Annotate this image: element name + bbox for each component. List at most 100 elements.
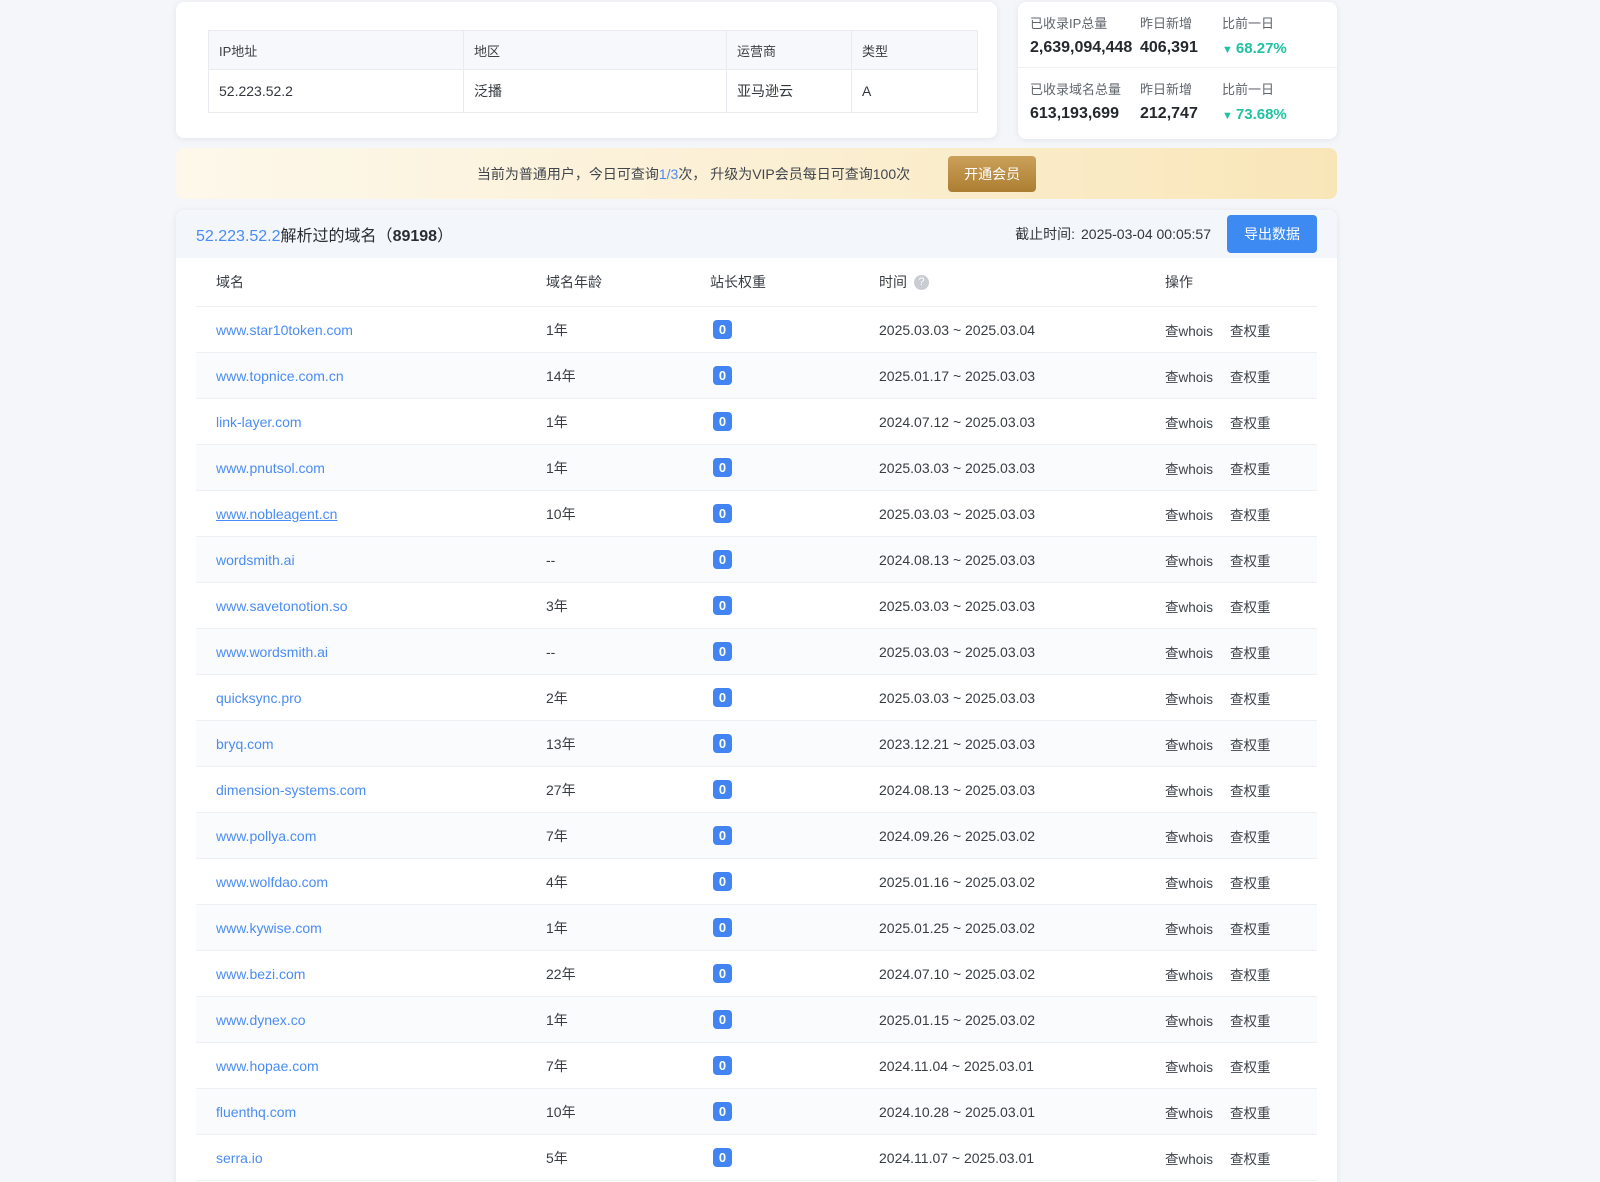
domain-link[interactable]: www.pollya.com [216, 828, 316, 844]
domain-link[interactable]: www.wordsmith.ai [216, 644, 328, 660]
check-whois-link[interactable]: 查whois [1165, 596, 1213, 616]
stats-row-ip: 已收录IP总量 2,639,094,448 昨日新增 406,391 比前一日 … [1018, 2, 1337, 68]
check-weight-link[interactable]: 查权重 [1230, 1102, 1271, 1122]
check-weight-link[interactable]: 查权重 [1230, 642, 1271, 662]
weight-badge[interactable]: 0 [713, 964, 732, 983]
ip-info-table-header: IP地址 地区 运营商 类型 [209, 31, 977, 70]
check-whois-link[interactable]: 查whois [1165, 734, 1213, 754]
check-whois-link[interactable]: 查whois [1165, 1056, 1213, 1076]
check-whois-link[interactable]: 查whois [1165, 780, 1213, 800]
table-row: www.savetonotion.so 3年 0 2025.03.03 ~ 20… [196, 583, 1317, 629]
domain-link[interactable]: www.pnutsol.com [216, 460, 325, 476]
check-weight-link[interactable]: 查权重 [1230, 504, 1271, 524]
weight-badge[interactable]: 0 [713, 504, 732, 523]
check-weight-link[interactable]: 查权重 [1230, 320, 1271, 340]
ip-type-value: A [852, 70, 979, 112]
check-whois-link[interactable]: 查whois [1165, 1102, 1213, 1122]
weight-badge[interactable]: 0 [713, 550, 732, 569]
domain-link[interactable]: bryq.com [216, 736, 274, 752]
domain-link[interactable]: www.topnice.com.cn [216, 368, 344, 384]
table-row: www.dynex.co 1年 0 2025.01.15 ~ 2025.03.0… [196, 997, 1317, 1043]
weight-badge[interactable]: 0 [713, 1148, 732, 1167]
check-whois-link[interactable]: 查whois [1165, 458, 1213, 478]
vip-banner-text: 当前为普通用户，今日可查询1/3次， 升级为VIP会员每日可查询100次 [477, 164, 910, 184]
check-whois-link[interactable]: 查whois [1165, 642, 1213, 662]
check-weight-link[interactable]: 查权重 [1230, 366, 1271, 386]
check-weight-link[interactable]: 查权重 [1230, 780, 1271, 800]
page: { "ip_card": { "columns": ["IP地址", "地区",… [0, 0, 1600, 1182]
check-whois-link[interactable]: 查whois [1165, 826, 1213, 846]
weight-badge[interactable]: 0 [713, 1102, 732, 1121]
check-whois-link[interactable]: 查whois [1165, 550, 1213, 570]
check-weight-link[interactable]: 查权重 [1230, 550, 1271, 570]
weight-badge[interactable]: 0 [713, 688, 732, 707]
domain-link[interactable]: www.dynex.co [216, 1012, 305, 1028]
check-whois-link[interactable]: 查whois [1165, 366, 1213, 386]
check-whois-link[interactable]: 查whois [1165, 1148, 1213, 1168]
weight-badge[interactable]: 0 [713, 458, 732, 477]
table-row: www.nobleagent.cn 10年 0 2025.03.03 ~ 202… [196, 491, 1317, 537]
weight-badge[interactable]: 0 [713, 1010, 732, 1029]
title-ip-link[interactable]: 52.223.52.2 [196, 228, 281, 245]
check-whois-link[interactable]: 查whois [1165, 688, 1213, 708]
check-weight-link[interactable]: 查权重 [1230, 458, 1271, 478]
weight-badge[interactable]: 0 [713, 366, 732, 385]
weight-badge[interactable]: 0 [713, 918, 732, 937]
table-row: www.bezi.com 22年 0 2024.07.10 ~ 2025.03.… [196, 951, 1317, 997]
col-header-time: 时间 [879, 272, 907, 292]
weight-badge[interactable]: 0 [713, 412, 732, 431]
domain-link[interactable]: www.star10token.com [216, 322, 353, 338]
check-whois-link[interactable]: 查whois [1165, 872, 1213, 892]
domain-link[interactable]: www.savetonotion.so [216, 598, 348, 614]
check-whois-link[interactable]: 查whois [1165, 918, 1213, 938]
weight-badge[interactable]: 0 [713, 1056, 732, 1075]
domain-link[interactable]: wordsmith.ai [216, 552, 295, 568]
domain-link[interactable]: quicksync.pro [216, 690, 302, 706]
domain-link[interactable]: dimension-systems.com [216, 782, 366, 798]
check-whois-link[interactable]: 查whois [1165, 320, 1213, 340]
domain-link[interactable]: www.hopae.com [216, 1058, 319, 1074]
domain-age: 4年 [546, 872, 710, 892]
domain-link[interactable]: serra.io [216, 1150, 263, 1166]
weight-badge[interactable]: 0 [713, 320, 732, 339]
domain-link[interactable]: www.wolfdao.com [216, 874, 328, 890]
check-weight-link[interactable]: 查权重 [1230, 1148, 1271, 1168]
check-whois-link[interactable]: 查whois [1165, 504, 1213, 524]
domain-link[interactable]: link-layer.com [216, 414, 302, 430]
check-weight-link[interactable]: 查权重 [1230, 872, 1271, 892]
col-header-operations: 操作 [1165, 272, 1317, 292]
weight-badge[interactable]: 0 [713, 780, 732, 799]
weight-badge[interactable]: 0 [713, 826, 732, 845]
domain-link[interactable]: www.bezi.com [216, 966, 305, 982]
domain-link[interactable]: fluenthq.com [216, 1104, 296, 1120]
vip-quota: 1/3 [659, 166, 678, 182]
check-weight-link[interactable]: 查权重 [1230, 1010, 1271, 1030]
check-weight-link[interactable]: 查权重 [1230, 826, 1271, 846]
down-arrow-icon: ▼ [1222, 44, 1233, 56]
weight-badge[interactable]: 0 [713, 734, 732, 753]
domain-link[interactable]: www.kywise.com [216, 920, 322, 936]
export-data-button[interactable]: 导出数据 [1227, 215, 1317, 253]
check-weight-link[interactable]: 查权重 [1230, 1056, 1271, 1076]
table-row: quicksync.pro 2年 0 2025.03.03 ~ 2025.03.… [196, 675, 1317, 721]
time-help-icon[interactable]: ? [914, 275, 929, 290]
check-weight-link[interactable]: 查权重 [1230, 734, 1271, 754]
check-whois-link[interactable]: 查whois [1165, 1010, 1213, 1030]
check-weight-link[interactable]: 查权重 [1230, 964, 1271, 984]
check-weight-link[interactable]: 查权重 [1230, 412, 1271, 432]
check-weight-link[interactable]: 查权重 [1230, 688, 1271, 708]
resolve-time-range: 2024.11.07 ~ 2025.03.01 [879, 1150, 1165, 1166]
weight-badge[interactable]: 0 [713, 872, 732, 891]
ip-info-row: 52.223.52.2 泛播 亚马逊云 A [209, 70, 977, 112]
weight-badge[interactable]: 0 [713, 596, 732, 615]
check-whois-link[interactable]: 查whois [1165, 964, 1213, 984]
check-weight-link[interactable]: 查权重 [1230, 918, 1271, 938]
stat-total-ip-value: 2,639,094,448 [1030, 39, 1140, 57]
weight-badge[interactable]: 0 [713, 642, 732, 661]
check-whois-link[interactable]: 查whois [1165, 412, 1213, 432]
table-row: www.pollya.com 7年 0 2024.09.26 ~ 2025.03… [196, 813, 1317, 859]
domain-link[interactable]: www.nobleagent.cn [216, 506, 337, 522]
check-weight-link[interactable]: 查权重 [1230, 596, 1271, 616]
open-vip-button[interactable]: 开通会员 [948, 156, 1036, 192]
domain-table-header: 域名 域名年龄 站长权重 时间? 操作 [196, 258, 1317, 307]
